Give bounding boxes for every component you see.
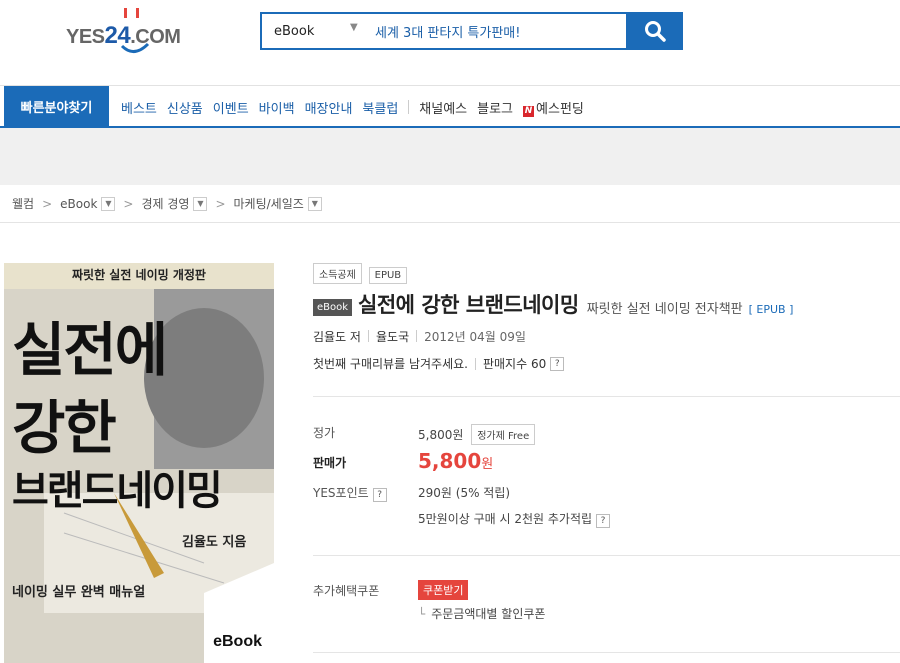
coupon-row: 쿠폰받기 bbox=[418, 580, 469, 600]
sale-price-value: 5,800 bbox=[418, 449, 482, 473]
review-prompt-link[interactable]: 첫번째 구매리뷰를 남겨주세요. bbox=[313, 355, 468, 372]
chevron-down-icon[interactable]: ▼ bbox=[350, 22, 358, 33]
tree-branch-icon: └ bbox=[418, 607, 426, 621]
sale-price-row: 5,800원 bbox=[418, 449, 493, 473]
points-extra: 5만원이상 구매 시 2천원 추가적립 bbox=[418, 512, 593, 526]
nav-item-event[interactable]: 이벤트 bbox=[213, 98, 249, 117]
search-button[interactable] bbox=[626, 12, 683, 50]
ebook-badge: eBook bbox=[313, 299, 353, 316]
breadcrumb-item[interactable]: 마케팅/세일즈 bbox=[234, 195, 304, 212]
divider bbox=[367, 330, 369, 342]
quick-category-button[interactable]: 빠른분야찾기 bbox=[4, 86, 109, 127]
funding-icon: N bbox=[523, 106, 535, 117]
coupon-item[interactable]: 주문금액대별 할인쿠폰 bbox=[431, 607, 545, 621]
product-byline: 김율도 저 율도국 2012년 04월 09일 bbox=[313, 328, 526, 345]
chevron-down-icon[interactable]: ▼ bbox=[101, 196, 116, 211]
divider bbox=[416, 330, 418, 342]
chevron-right-icon: > bbox=[42, 196, 53, 211]
divider bbox=[474, 357, 476, 370]
search-category-select[interactable]: eBook bbox=[274, 24, 314, 39]
logo-text: YES24.COM bbox=[66, 22, 181, 49]
list-price-value: 5,800원 bbox=[418, 428, 464, 442]
nav-divider bbox=[408, 100, 410, 114]
product-title: 실전에 강한 브랜드네이밍 bbox=[358, 293, 579, 317]
divider bbox=[313, 652, 900, 653]
points-label: YES포인트 bbox=[313, 486, 369, 500]
breadcrumb-item[interactable]: 웰컴 bbox=[12, 195, 34, 212]
search-bar: eBook ▼ 세계 3대 판타지 특가판매! bbox=[260, 12, 683, 50]
cover-ebook-badge: eBook bbox=[213, 633, 262, 650]
book-cover-image[interactable]: 짜릿한 실전 네이밍 개정판 실전에 강한 브랜드네이밍 김율도 지음 네이밍 … bbox=[4, 263, 274, 663]
chevron-down-icon[interactable]: ▼ bbox=[193, 196, 208, 211]
nav-item-buyback[interactable]: 바이백 bbox=[259, 98, 295, 117]
product-format: [ EPUB ] bbox=[748, 303, 794, 316]
nav-item-blog[interactable]: 블로그 bbox=[477, 98, 513, 117]
nav-item-best[interactable]: 베스트 bbox=[121, 98, 157, 117]
nav-item-channel-yes[interactable]: 채널예스 bbox=[419, 98, 467, 117]
breadcrumb-item[interactable]: 경제 경영 bbox=[141, 195, 189, 212]
sale-price-unit: 원 bbox=[481, 457, 494, 472]
cover-title-line: 강한 bbox=[12, 394, 117, 462]
coupon-label: 추가혜택쿠폰 bbox=[313, 584, 380, 598]
publisher-link[interactable]: 율도국 bbox=[376, 328, 409, 345]
points-extra-row: 5만원이상 구매 시 2천원 추가적립? bbox=[418, 510, 611, 528]
sales-index: 판매지수 60 bbox=[482, 357, 547, 371]
points-label-row: YES포인트? bbox=[313, 484, 387, 502]
tag-format: EPUB bbox=[368, 267, 408, 284]
divider bbox=[313, 555, 900, 556]
cover-title-line: 브랜드네이밍 bbox=[12, 468, 223, 514]
main-nav: 빠른분야찾기 베스트 신상품 이벤트 바이백 매장안내 북클럽 채널예스 블로그… bbox=[0, 85, 900, 128]
breadcrumb-item[interactable]: eBook bbox=[60, 197, 97, 211]
nav-menu: 베스트 신상품 이벤트 바이백 매장안내 북클럽 채널예스 블로그 N 예스펀딩 bbox=[121, 98, 594, 117]
publish-date: 2012년 04월 09일 bbox=[424, 330, 526, 344]
tag-tax-deduction: 소득공제 bbox=[313, 263, 362, 284]
nav-item-yes-funding[interactable]: N 예스펀딩 bbox=[523, 98, 584, 117]
search-input[interactable]: 세계 3대 판타지 특가판매! bbox=[375, 22, 520, 41]
chevron-right-icon: > bbox=[123, 196, 134, 211]
cover-top-text: 짜릿한 실전 네이밍 개정판 bbox=[4, 263, 274, 289]
logo-number: 24 bbox=[104, 22, 131, 49]
fixed-price-badge: 정가제 Free bbox=[471, 424, 536, 445]
coupon-item-row: └ 주문금액대별 할인쿠폰 bbox=[418, 605, 545, 622]
nav-item-store[interactable]: 매장안내 bbox=[305, 98, 353, 117]
cover-title-line: 실전에 bbox=[12, 316, 168, 384]
chevron-right-icon: > bbox=[215, 196, 226, 211]
author-link[interactable]: 김율도 저 bbox=[313, 328, 361, 345]
search-icon bbox=[644, 21, 666, 42]
banner-area bbox=[0, 128, 900, 185]
list-price-row: 5,800원 정가제 Free bbox=[418, 424, 538, 445]
breadcrumb: 웰컴 > eBook ▼ > 경제 경영 ▼ > 마케팅/세일즈 ▼ bbox=[0, 185, 900, 223]
divider bbox=[313, 396, 900, 397]
points-value: 290원 (5% 적립) bbox=[418, 486, 511, 500]
list-price-label: 정가 bbox=[313, 426, 336, 440]
nav-item-bookclub[interactable]: 북클럽 bbox=[362, 98, 398, 117]
cover-author: 김율도 지음 bbox=[182, 535, 247, 550]
product-subtitle: 짜릿한 실전 네이밍 전자책판 bbox=[586, 302, 743, 317]
cover-subtitle: 네이밍 실무 완벽 매뉴얼 bbox=[12, 585, 146, 600]
help-icon[interactable]: ? bbox=[596, 514, 611, 528]
get-coupon-button[interactable]: 쿠폰받기 bbox=[418, 580, 469, 600]
review-row: 첫번째 구매리뷰를 남겨주세요. 판매지수 60 ? bbox=[313, 355, 565, 372]
help-icon[interactable]: ? bbox=[550, 356, 565, 371]
help-icon[interactable]: ? bbox=[372, 488, 387, 502]
chevron-down-icon[interactable]: ▼ bbox=[307, 196, 322, 211]
product-title-row: eBook 실전에 강한 브랜드네이밍 짜릿한 실전 네이밍 전자책판 [ EP… bbox=[313, 289, 793, 319]
yes24-logo[interactable]: YES24.COM bbox=[64, 8, 204, 58]
product-tags: 소득공제 EPUB bbox=[313, 263, 410, 284]
sale-price-label: 판매가 bbox=[313, 456, 347, 470]
nav-item-new[interactable]: 신상품 bbox=[167, 98, 203, 117]
